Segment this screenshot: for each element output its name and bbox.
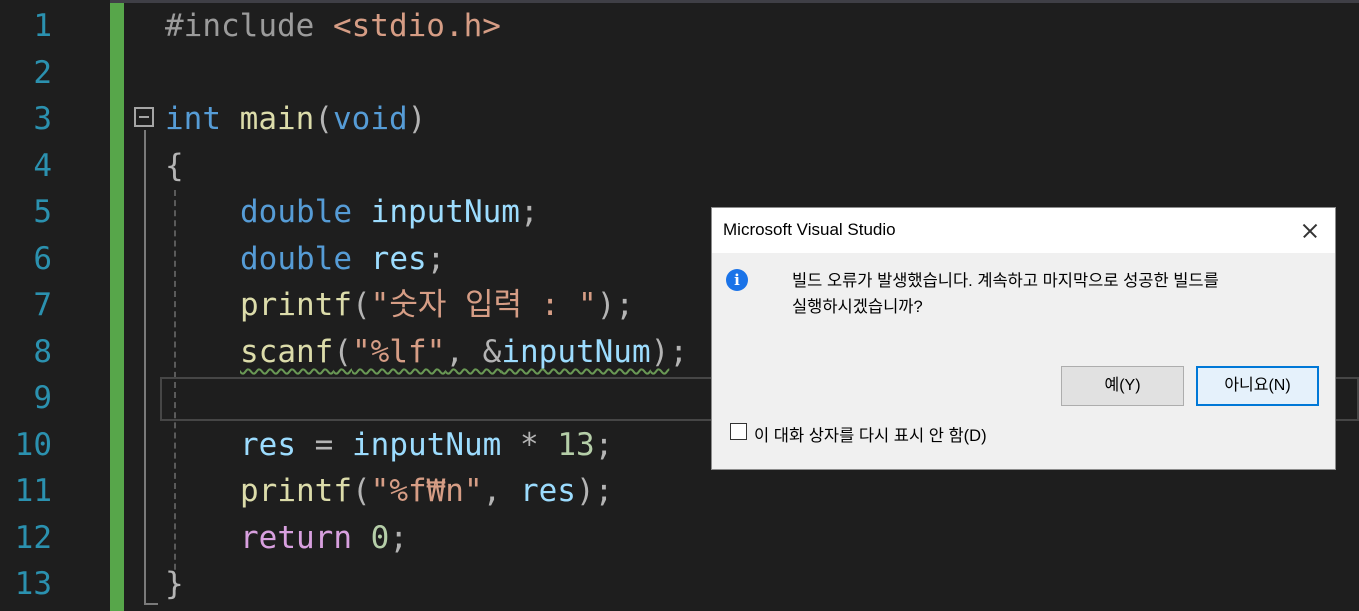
- code-line-12[interactable]: return 0;: [240, 515, 408, 562]
- keyword: int: [165, 101, 221, 137]
- line-number: 8: [33, 334, 52, 370]
- code-line-3[interactable]: int main(void): [165, 96, 426, 143]
- line-number: 3: [33, 101, 52, 137]
- build-error-dialog: Microsoft Visual Studio i 빌드 오류가 발생했습니다.…: [711, 207, 1336, 470]
- brace: }: [165, 566, 184, 602]
- semicolon: ;: [426, 241, 446, 277]
- code-line-5[interactable]: double inputNum;: [240, 189, 539, 236]
- dont-show-again-checkbox[interactable]: [730, 423, 747, 440]
- change-tracking-bar: [110, 3, 124, 611]
- variable: inputNum: [501, 334, 651, 370]
- string-literal: "%lf": [352, 334, 446, 370]
- keyword: double: [240, 194, 352, 230]
- include-file: <stdio.h>: [332, 8, 501, 44]
- semicolon: ;: [669, 334, 688, 370]
- punctuation: );: [596, 287, 635, 323]
- keyword: void: [333, 101, 408, 137]
- no-button[interactable]: 아니요(N): [1196, 366, 1319, 406]
- dialog-message: 빌드 오류가 발생했습니다. 계속하고 마지막으로 성공한 빌드를 실행하시겠습…: [792, 268, 1317, 320]
- collapse-icon[interactable]: [134, 107, 154, 127]
- string-literal: "%f₩n": [370, 473, 483, 509]
- close-icon[interactable]: [1295, 216, 1325, 246]
- punctuation: ,: [482, 473, 520, 509]
- yes-button[interactable]: 예(Y): [1061, 366, 1184, 406]
- paren: ): [650, 334, 670, 370]
- line-number: 5: [33, 194, 52, 230]
- line-number-gutter: 1 2 3 4 5 6 7 8 9 10 11 12 13: [0, 0, 110, 611]
- control-keyword: return: [240, 520, 352, 556]
- paren: (: [351, 473, 371, 509]
- preprocessor-directive: #include: [165, 8, 333, 44]
- punctuation: , &: [445, 334, 502, 370]
- dialog-titlebar[interactable]: Microsoft Visual Studio: [712, 208, 1335, 253]
- code-line-11[interactable]: printf("%f₩n", res);: [240, 468, 613, 515]
- paren: ): [407, 101, 427, 137]
- semicolon: ;: [389, 520, 408, 556]
- function-name: scanf: [240, 334, 334, 370]
- code-line-13[interactable]: }: [165, 561, 184, 608]
- line-number: 10: [14, 427, 52, 463]
- number-literal: 13: [557, 427, 595, 463]
- operator: =: [296, 427, 352, 463]
- code-line-4[interactable]: {: [165, 143, 184, 190]
- line-number: 1: [33, 8, 52, 44]
- variable: inputNum: [370, 194, 520, 230]
- line-number: 13: [14, 566, 52, 602]
- line-number: 6: [33, 241, 52, 277]
- line-number: 9: [33, 380, 52, 416]
- variable: res: [519, 473, 576, 509]
- code-line-1[interactable]: #include <stdio.h>: [165, 3, 501, 50]
- brace: {: [165, 148, 184, 184]
- dialog-message-line: 실행하시겠습니까?: [792, 298, 923, 316]
- paren: (: [351, 287, 371, 323]
- variable: res: [370, 241, 427, 277]
- paren: (: [314, 101, 333, 137]
- line-number: 7: [33, 287, 52, 323]
- semicolon: ;: [519, 194, 539, 230]
- code-line-8[interactable]: scanf("%lf", &inputNum);: [240, 329, 688, 376]
- code-line-7[interactable]: printf("숫자 입력 : ");: [240, 282, 634, 329]
- line-number: 2: [33, 55, 52, 91]
- code-line-10[interactable]: res = inputNum * 13;: [240, 422, 613, 469]
- number-literal: 0: [370, 520, 390, 556]
- function-name: printf: [240, 473, 352, 509]
- line-number: 12: [14, 520, 52, 556]
- function-name: main: [239, 101, 315, 137]
- info-icon: i: [726, 269, 748, 291]
- fold-region-end: [144, 603, 158, 605]
- variable: res: [240, 427, 296, 463]
- error-squiggle: scanf("%lf", &inputNum): [240, 334, 669, 370]
- dialog-title: Microsoft Visual Studio: [723, 220, 896, 239]
- paren: (: [333, 334, 352, 370]
- code-line-6[interactable]: double res;: [240, 236, 445, 283]
- variable: inputNum: [352, 427, 502, 463]
- dialog-message-line: 빌드 오류가 발생했습니다. 계속하고 마지막으로 성공한 빌드를: [792, 272, 1219, 290]
- dont-show-again-label[interactable]: 이 대화 상자를 다시 표시 안 함(D): [754, 422, 987, 446]
- punctuation: );: [575, 473, 614, 509]
- string-literal: "숫자 입력 : ": [370, 287, 597, 323]
- semicolon: ;: [594, 427, 614, 463]
- function-name: printf: [240, 287, 352, 323]
- keyword: double: [240, 241, 352, 277]
- fold-region-line: [144, 130, 146, 604]
- line-number: 11: [14, 473, 52, 509]
- operator: *: [501, 427, 558, 463]
- line-number: 4: [33, 148, 52, 184]
